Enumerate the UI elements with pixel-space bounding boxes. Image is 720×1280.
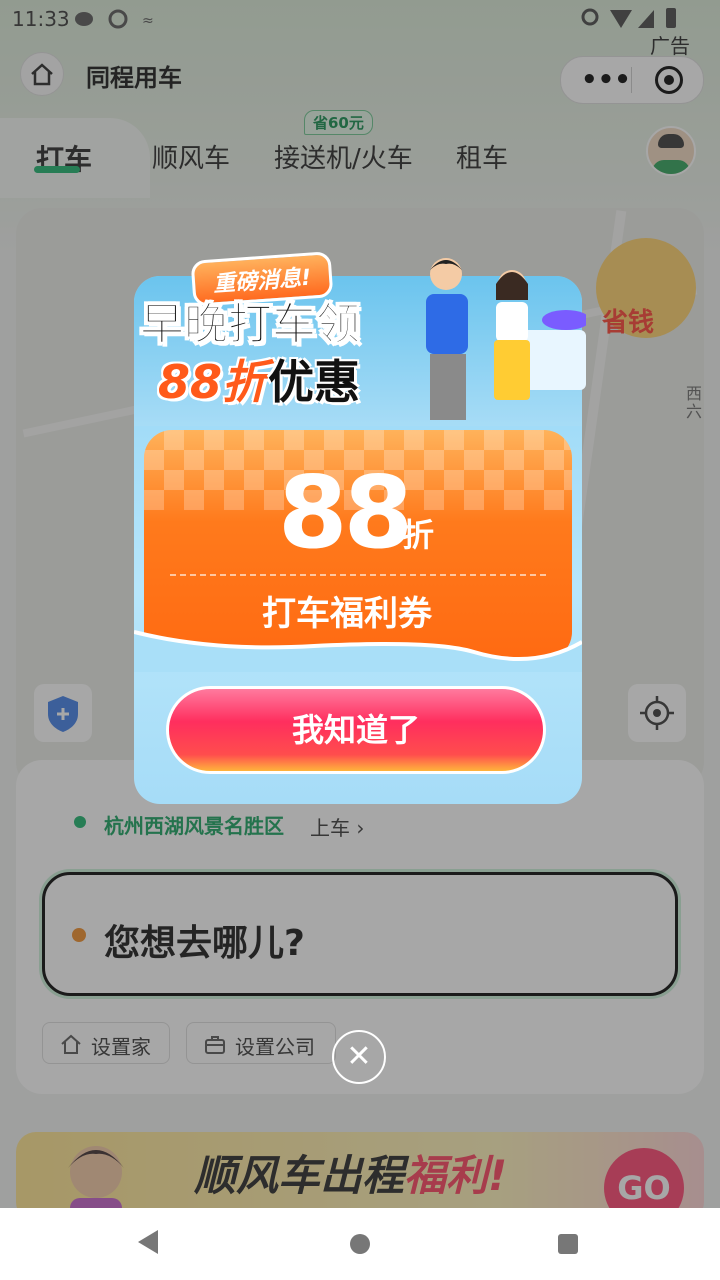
recent-apps-icon[interactable] [558,1234,578,1254]
coupon-divider [170,574,546,576]
close-popup-button[interactable]: ✕ [332,1030,386,1084]
confirm-button[interactable]: 我知道了 [166,686,546,774]
popup-headline-accent: 88折 [158,355,269,409]
popup-headline-1: 早晚打车领 [140,299,361,351]
back-icon[interactable] [138,1230,158,1254]
coupon-wave [134,630,582,672]
home-circle-icon[interactable] [350,1234,370,1254]
popup-headline-rest: 优惠 [268,355,361,409]
coupon-unit: 折 [402,516,435,554]
popup-illustration [396,250,590,430]
coupon-value: 88 [278,454,413,571]
popup-headline-2: 88折优惠 [158,346,360,412]
